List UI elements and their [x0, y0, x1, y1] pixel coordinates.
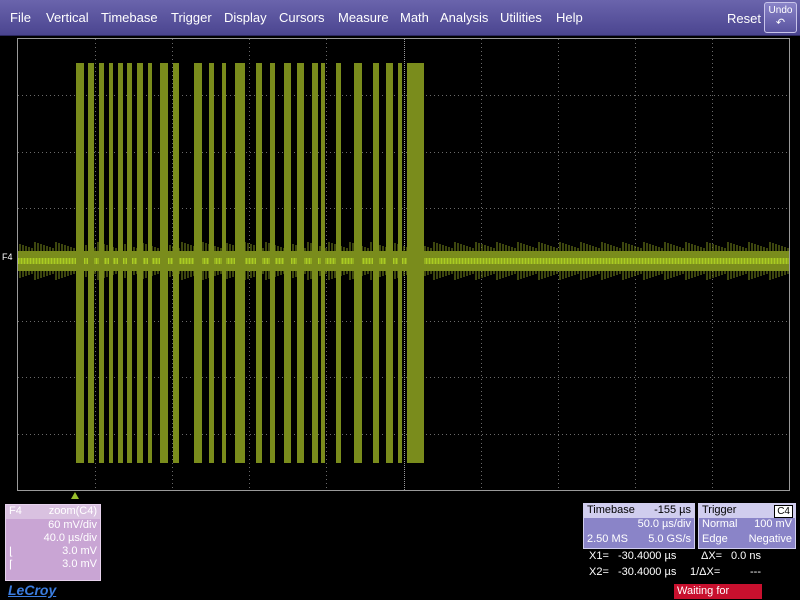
trigger-type: Edge [702, 533, 728, 545]
burst [354, 63, 362, 463]
trigger-label: Trigger [702, 504, 737, 516]
trace-descriptor-f4[interactable]: F4 zoom(C4) 60 mV/div 40.0 µs/div ⌊ 3.0 … [5, 504, 101, 581]
trace-param2: 3.0 mV [62, 558, 97, 570]
cursor-x1-label: X1= [589, 550, 609, 562]
trigger-slope: Negative [748, 533, 792, 545]
param2-icon: ⌈ [9, 559, 14, 571]
timebase-samples: 2.50 MS [587, 533, 628, 545]
burst [297, 63, 304, 463]
trigger-mode: Normal [702, 518, 738, 530]
reset-button[interactable]: Reset [727, 11, 761, 26]
cursor-dx-label: ΔX= [701, 550, 723, 562]
param1-icon: ⌊ [9, 546, 14, 558]
menu-vertical[interactable]: Vertical [46, 10, 89, 25]
undo-button[interactable]: Undo ↶ [764, 2, 797, 33]
cursor-x1-value: -30.4000 µs [618, 550, 677, 562]
menu-trigger[interactable]: Trigger [171, 10, 212, 25]
lecroy-logo: LeCroy [8, 582, 57, 598]
undo-arrow-icon: ↶ [775, 17, 786, 29]
menu-bar: File Vertical Timebase Trigger Display C… [0, 0, 800, 36]
trigger-channel-badge: C4 [774, 505, 793, 518]
menu-cursors[interactable]: Cursors [279, 10, 325, 25]
trace-source: zoom(C4) [48, 505, 97, 517]
menu-math[interactable]: Math [400, 10, 429, 25]
acquisition-status: Waiting for Trigger [674, 584, 762, 599]
undo-label: Undo [768, 5, 793, 16]
menu-timebase[interactable]: Timebase [101, 10, 158, 25]
menu-measure[interactable]: Measure [338, 10, 389, 25]
trigger-position-marker[interactable] [71, 492, 79, 499]
trace-vdiv: 60 mV/div [48, 519, 97, 531]
cursor-x2-label: X2= [589, 566, 609, 578]
cursor-inv-dx-label: 1/ΔX= [690, 566, 721, 578]
waveform-trace [18, 63, 789, 463]
timebase-tdiv: 50.0 µs/div [637, 518, 691, 530]
timebase-descriptor[interactable]: Timebase -155 µs 50.0 µs/div 2.50 MS 5.0… [583, 503, 695, 549]
burst [194, 63, 202, 463]
waveform-grid[interactable] [17, 38, 790, 491]
timebase-label: Timebase [587, 504, 635, 516]
cursor-x2-value: -30.4000 µs [618, 566, 677, 578]
menu-help[interactable]: Help [556, 10, 583, 25]
trace-tdiv: 40.0 µs/div [43, 532, 97, 544]
trigger-level: 100 mV [754, 518, 792, 530]
timebase-rate: 5.0 GS/s [648, 533, 691, 545]
trace-marker-f4[interactable]: F4 [2, 252, 13, 262]
cursor-dx-value: 0.0 ns [731, 550, 761, 562]
menu-display[interactable]: Display [224, 10, 267, 25]
menu-utilities[interactable]: Utilities [500, 10, 542, 25]
cursor-inv-dx-value: --- [750, 566, 761, 578]
menu-file[interactable]: File [10, 10, 31, 25]
trace-param1: 3.0 mV [62, 545, 97, 557]
menu-analysis[interactable]: Analysis [440, 10, 488, 25]
timebase-delay: -155 µs [654, 504, 691, 516]
trace-name: F4 [9, 505, 22, 517]
trigger-descriptor[interactable]: Trigger C4 Normal 100 mV Edge Negative [698, 503, 796, 549]
